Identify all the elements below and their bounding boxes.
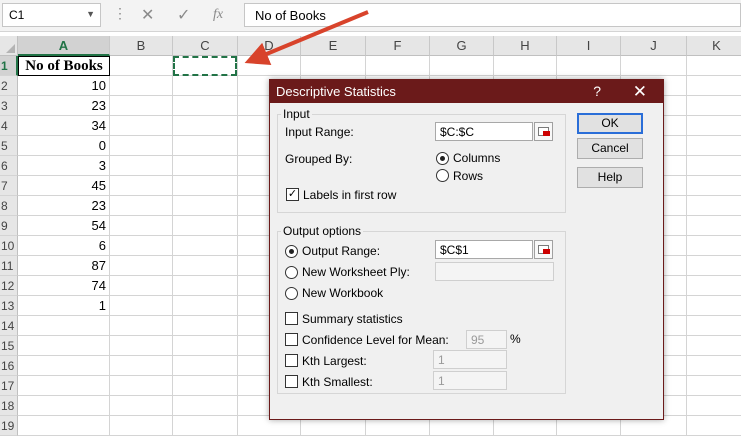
kth-smallest-value: 1 [438,374,445,388]
confidence-level-checkbox[interactable] [285,333,298,346]
input-range-value: $C:$C [440,125,475,139]
rows-radio[interactable] [436,169,449,182]
input-range-label: Input Range: [285,125,354,139]
kth-smallest-field[interactable]: 1 [433,371,507,390]
arrow-to-cell-c1 [244,10,369,65]
new-workbook-radio[interactable] [285,287,298,300]
dialog-title-bar[interactable]: Descriptive Statistics ? ✕ [270,80,663,103]
output-range-radio[interactable] [285,245,298,258]
confidence-level-label[interactable]: Confidence Level for Mean: [302,333,449,347]
input-range-collapse-icon[interactable] [534,122,553,141]
input-range-field[interactable]: $C:$C [435,122,533,141]
ok-button[interactable]: OK [577,113,643,134]
percent-label: % [510,332,521,346]
labels-first-row-label[interactable]: Labels in first row [303,188,396,202]
kth-largest-label[interactable]: Kth Largest: [302,354,367,368]
kth-smallest-checkbox[interactable] [285,375,298,388]
cancel-button[interactable]: Cancel [577,138,643,159]
summary-statistics-checkbox[interactable] [285,312,298,325]
close-icon[interactable]: ✕ [633,80,647,103]
summary-statistics-label[interactable]: Summary statistics [302,312,403,326]
output-range-field[interactable]: $C$1 [435,240,533,259]
kth-largest-value: 1 [438,353,445,367]
output-range-collapse-icon[interactable] [534,240,553,259]
new-worksheet-radio[interactable] [285,266,298,279]
kth-smallest-label[interactable]: Kth Smallest: [302,375,373,389]
descriptive-statistics-dialog: Descriptive Statistics ? ✕ Input Input R… [269,79,664,420]
rows-option-label[interactable]: Rows [453,169,483,183]
help-icon[interactable]: ? [593,80,601,103]
kth-largest-checkbox[interactable] [285,354,298,367]
confidence-level-field[interactable]: 95 [466,330,507,349]
labels-first-row-checkbox[interactable]: ✓ [286,188,299,201]
help-button[interactable]: Help [577,167,643,188]
output-options-label: Output options [281,224,364,238]
new-worksheet-field[interactable] [435,262,554,281]
kth-largest-field[interactable]: 1 [433,350,507,369]
input-group-label: Input [281,107,312,121]
confidence-level-value: 95 [471,333,485,347]
columns-radio[interactable] [436,152,449,165]
dialog-title: Descriptive Statistics [276,84,396,99]
output-range-label[interactable]: Output Range: [302,244,380,258]
new-workbook-label[interactable]: New Workbook [302,286,383,300]
columns-option-label[interactable]: Columns [453,151,500,165]
grouped-by-label: Grouped By: [285,152,353,166]
output-range-value: $C$1 [440,243,469,257]
new-worksheet-label[interactable]: New Worksheet Ply: [302,265,410,279]
